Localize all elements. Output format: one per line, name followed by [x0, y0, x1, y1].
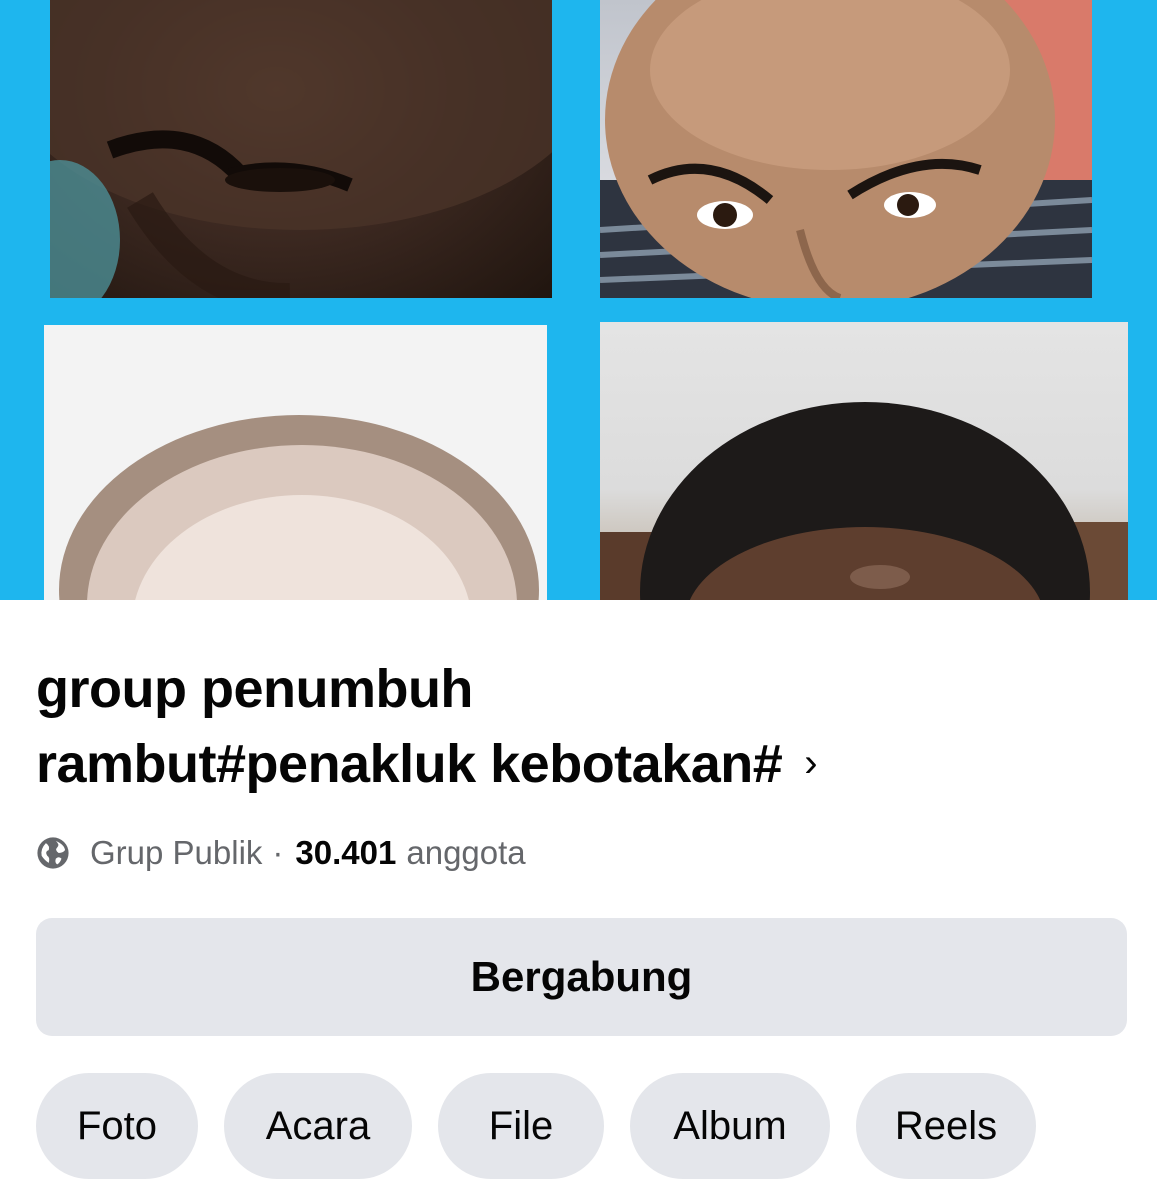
group-tabs: Foto Acara File Album Reels [36, 1073, 1036, 1179]
tab-reels[interactable]: Reels [856, 1073, 1036, 1179]
tab-acara[interactable]: Acara [224, 1073, 412, 1179]
group-title-line1: group penumbuh [36, 659, 473, 719]
tab-foto[interactable]: Foto [36, 1073, 198, 1179]
join-group-button[interactable]: Bergabung [36, 918, 1127, 1036]
tab-file[interactable]: File [438, 1073, 604, 1179]
cover-photo-tile [44, 325, 547, 600]
group-title-line2: rambut#penakluk kebotakan# [36, 734, 783, 794]
tab-album[interactable]: Album [630, 1073, 830, 1179]
cover-photo-tile [50, 0, 552, 298]
meta-separator: · [272, 834, 284, 871]
group-title[interactable]: group penumbuh rambut#penakluk kebotakan… [36, 652, 1036, 807]
group-cover-photo[interactable] [0, 0, 1157, 600]
globe-icon [37, 837, 69, 869]
privacy-label: Grup Publik [90, 834, 263, 871]
cover-photo-tile [600, 322, 1128, 600]
chevron-right-icon[interactable]: › [804, 741, 817, 785]
member-label: anggota [406, 834, 526, 871]
member-count: 30.401 [295, 834, 397, 871]
cover-photo-tile [600, 0, 1092, 298]
group-meta: Grup Publik · 30.401 anggota [36, 834, 526, 872]
